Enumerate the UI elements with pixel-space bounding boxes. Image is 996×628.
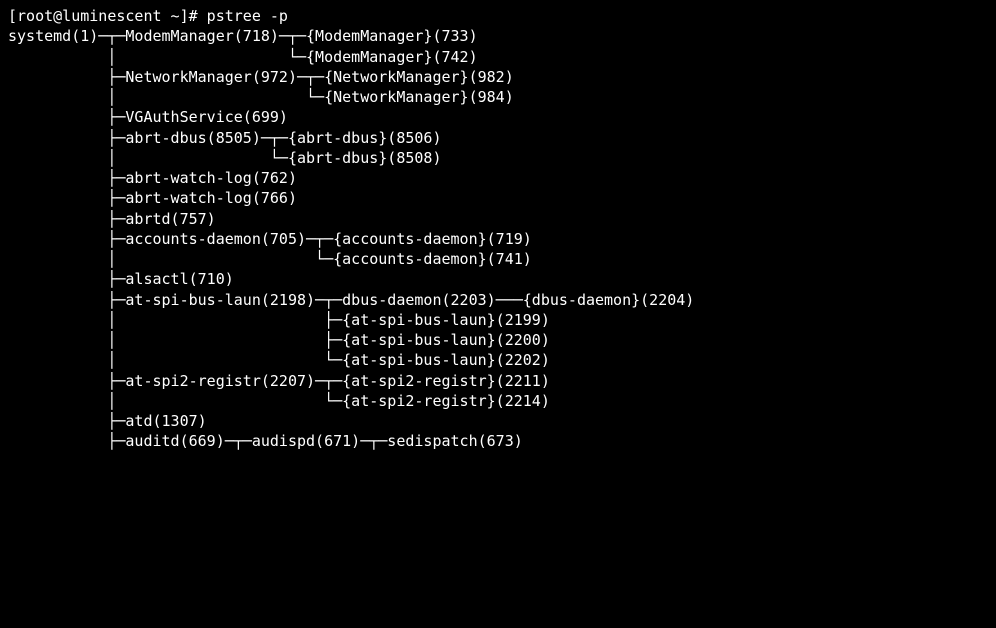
terminal-output: [root@luminescent ~]# pstree -p systemd(… [0, 0, 996, 458]
